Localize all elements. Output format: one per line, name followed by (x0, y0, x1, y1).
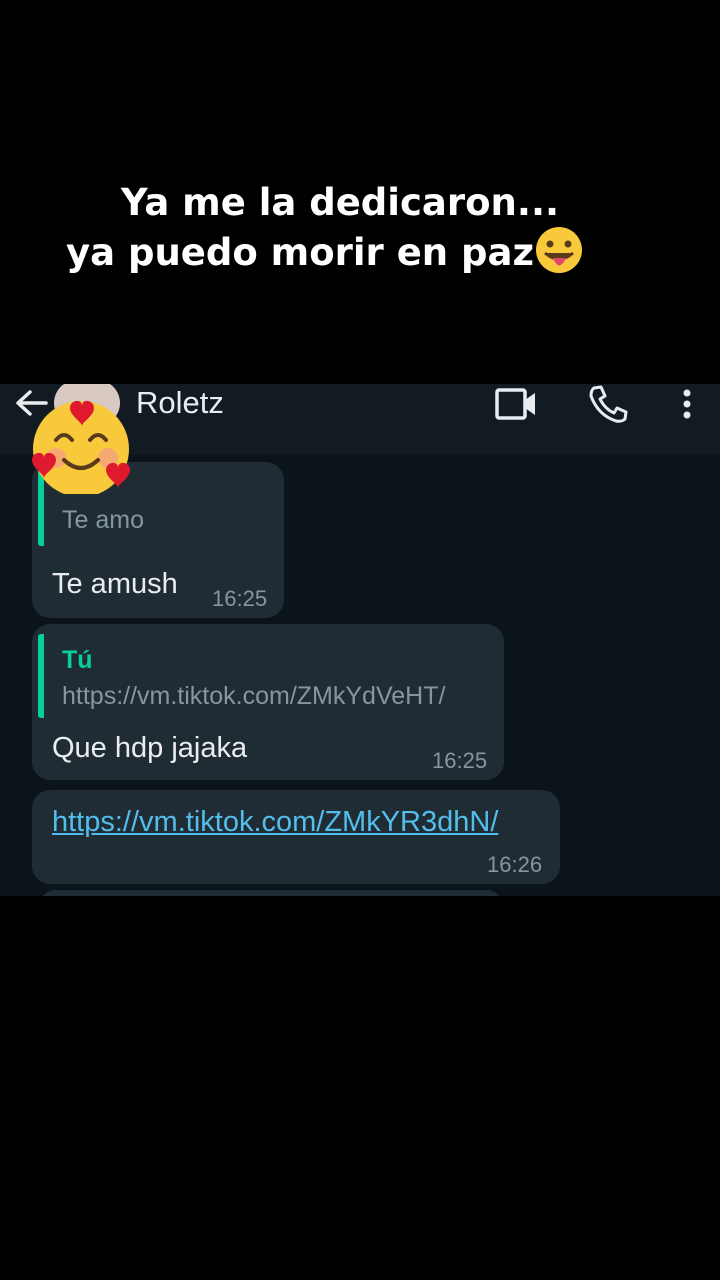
message-bubble-3[interactable]: https://vm.tiktok.com/ZMkYR3dhN/ 16:26 (32, 790, 560, 884)
caption-line-2-text: ya puedo morir en paz (65, 231, 534, 274)
message-link[interactable]: https://vm.tiktok.com/ZMkYR3dhN/ (52, 806, 498, 839)
video-call-icon[interactable] (494, 386, 538, 422)
message-time: 16:25 (212, 586, 268, 611)
message-bubble-2[interactable]: Tú https://vm.tiktok.com/ZMkYdVeHT/ Que … (32, 624, 504, 780)
quoted-message-2[interactable]: Tú https://vm.tiktok.com/ZMkYdVeHT/ (38, 634, 494, 718)
caption: Ya me la dedicaron... ya puedo morir en … (0, 178, 720, 278)
message-text: Te amush (52, 568, 178, 600)
phone-call-icon[interactable] (586, 384, 630, 424)
message-time: 16:25 (432, 748, 488, 773)
contact-name[interactable]: Roletz (136, 384, 224, 422)
smiling-face-with-hearts-icon (32, 400, 130, 494)
caption-line-2: ya puedo morir en paz (0, 227, 720, 278)
face-with-tongue-emoji-icon (534, 227, 584, 273)
quote-text: Te amo (62, 506, 144, 534)
more-vert-icon[interactable] (676, 386, 698, 426)
message-time: 16:26 (487, 852, 543, 877)
quote-author: Tú (62, 646, 93, 674)
quote-text: https://vm.tiktok.com/ZMkYdVeHT/ (62, 682, 446, 710)
message-bubble-partial (40, 890, 502, 896)
message-text: Que hdp jajaka (52, 732, 248, 764)
caption-line-1: Ya me la dedicaron... (120, 181, 560, 224)
